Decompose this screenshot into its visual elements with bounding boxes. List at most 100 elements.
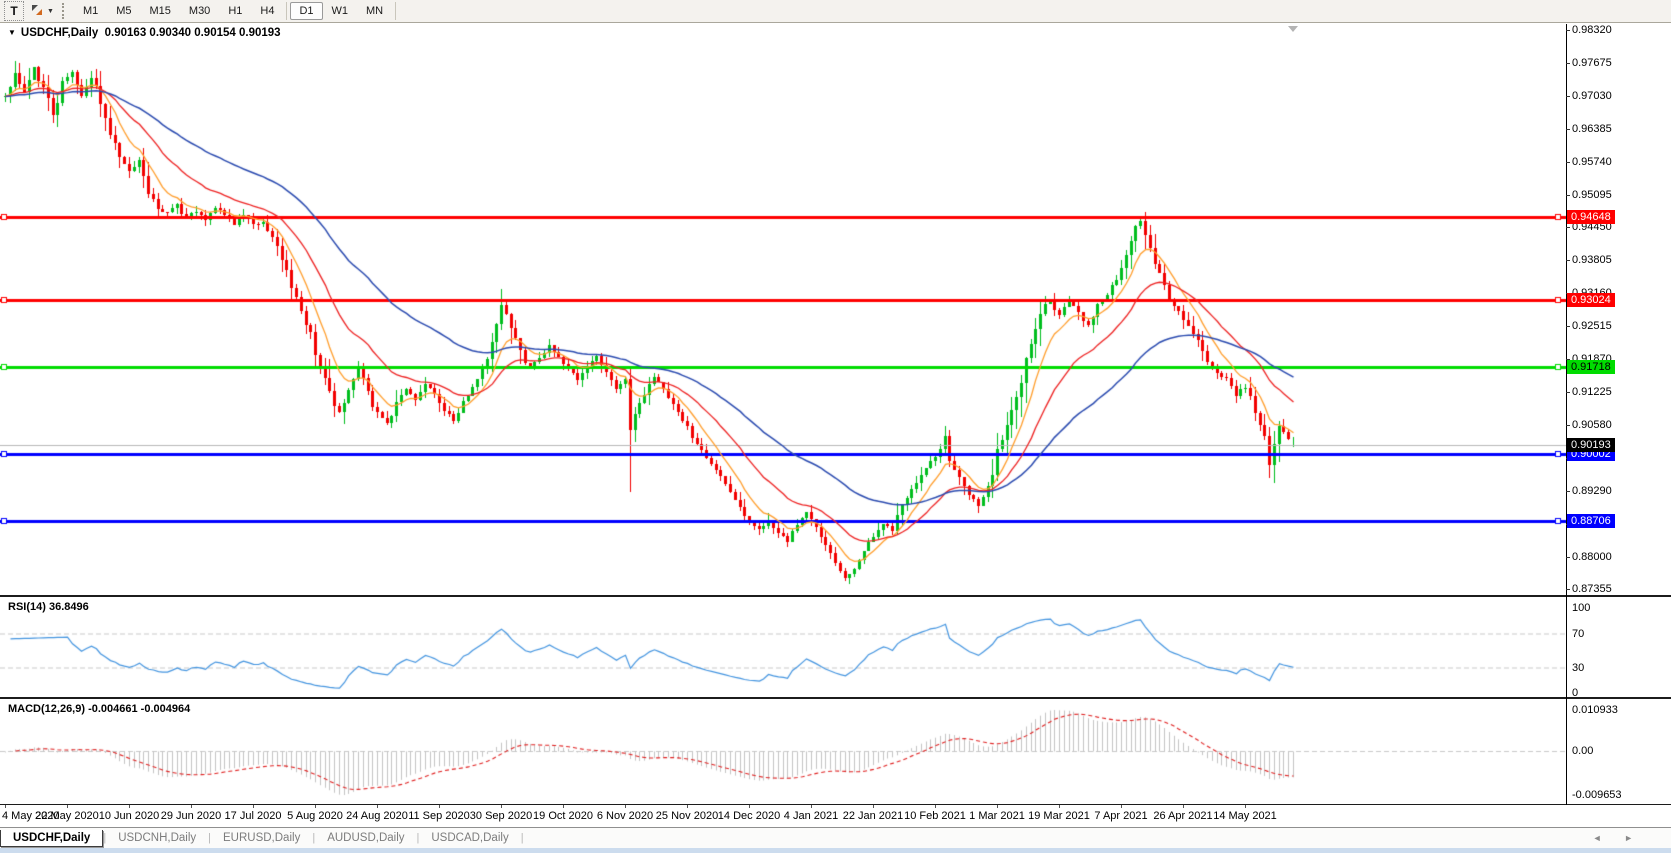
date-tick-label: 26 Apr 2021 xyxy=(1153,810,1212,822)
date-tick-mark xyxy=(563,805,564,808)
timeframe-button-m15[interactable]: M15 xyxy=(141,2,180,20)
arrow-styles-tool-button[interactable]: ▼ xyxy=(30,2,54,20)
date-tick-mark xyxy=(191,805,192,808)
date-tick-label: 25 Nov 2020 xyxy=(656,810,718,822)
price-tick-label: 0.93805 xyxy=(1572,254,1612,266)
chart-tab-usdcad[interactable]: USDCAD,Daily xyxy=(419,830,520,846)
timeframe-button-w1[interactable]: W1 xyxy=(323,2,358,20)
price-tick-mark xyxy=(1566,589,1570,590)
tab-scroll-right-icon[interactable]: ► xyxy=(1624,833,1643,843)
toolbar-separator xyxy=(286,2,287,20)
price-tick-label: 0.96385 xyxy=(1572,123,1612,135)
price-tick-label: 0.89290 xyxy=(1572,485,1612,497)
price-tick-label: 0.95095 xyxy=(1572,189,1612,201)
chart-tab-bar: USDCHF,Daily|USDCNH,Daily|EURUSD,Daily|A… xyxy=(0,828,1671,848)
date-tick-mark xyxy=(5,805,6,808)
price-tick-mark xyxy=(1566,227,1570,228)
level-price-label: 0.88706 xyxy=(1567,514,1615,528)
level-price-label: 0.94648 xyxy=(1567,210,1615,224)
date-tick-mark xyxy=(935,805,936,808)
timeframe-button-m30[interactable]: M30 xyxy=(180,2,219,20)
tab-scroll-arrows: ◄ ► xyxy=(1593,833,1643,843)
toolbar-grip-handle[interactable] xyxy=(62,3,68,19)
ohlc-open: 0.90163 xyxy=(105,27,147,39)
rsi-axis-label: 0 xyxy=(1572,687,1578,699)
price-tick-mark xyxy=(1566,96,1570,97)
macd-indicator-canvas[interactable] xyxy=(0,699,1566,804)
price-tick-mark xyxy=(1566,491,1570,492)
date-tick-mark xyxy=(439,805,440,808)
terminal-window: T ▼ M1M5M15M30H1H4D1W1MN ▼USDCHF,Daily 0… xyxy=(0,0,1671,853)
timeframe-button-h4[interactable]: H4 xyxy=(251,2,283,20)
rsi-axis-label: 70 xyxy=(1572,628,1584,640)
price-axis-border xyxy=(1566,24,1567,805)
ohlc-low: 0.90154 xyxy=(194,27,236,39)
price-tick-mark xyxy=(1566,129,1570,130)
date-tick-mark xyxy=(811,805,812,808)
price-tick-label: 0.97030 xyxy=(1572,90,1612,102)
date-tick-label: 11 Sep 2020 xyxy=(408,810,470,822)
date-tick-label: 10 Jun 2020 xyxy=(99,810,160,822)
date-tick-label: 30 Sep 2020 xyxy=(470,810,532,822)
timeframe-button-mn[interactable]: MN xyxy=(357,2,392,20)
tab-scroll-left-icon[interactable]: ◄ xyxy=(1593,833,1612,843)
macd-axis-label: 0.010933 xyxy=(1572,704,1618,716)
date-tick-label: 10 Feb 2021 xyxy=(904,810,966,822)
timeframe-button-h1[interactable]: H1 xyxy=(219,2,251,20)
price-tick-label: 0.92515 xyxy=(1572,320,1612,332)
date-tick-label: 19 Oct 2020 xyxy=(533,810,593,822)
macd-label: MACD(12,26,9) -0.004661 -0.004964 xyxy=(8,703,190,715)
tab-divider: | xyxy=(521,832,524,844)
rsi-axis-label: 30 xyxy=(1572,662,1584,674)
current-price-label: 0.90193 xyxy=(1567,438,1615,452)
chart-tab-eurusd[interactable]: EURUSD,Daily xyxy=(211,830,312,846)
price-tick-mark xyxy=(1566,63,1570,64)
timeframe-button-d1[interactable]: D1 xyxy=(290,2,322,20)
chart-tab-usdchf[interactable]: USDCHF,Daily xyxy=(0,830,103,847)
toolbar-separator xyxy=(395,2,396,20)
date-tick-mark xyxy=(1121,805,1122,808)
date-tick-mark xyxy=(625,805,626,808)
price-tick-label: 0.88000 xyxy=(1572,551,1612,563)
date-tick-label: 6 Nov 2020 xyxy=(597,810,653,822)
arrow-styles-icon xyxy=(30,3,44,20)
chart-shift-marker-icon[interactable] xyxy=(1288,26,1298,32)
price-tick-label: 0.97675 xyxy=(1572,57,1612,69)
date-tick-label: 1 Mar 2021 xyxy=(969,810,1025,822)
dropdown-caret-icon[interactable]: ▼ xyxy=(47,8,54,15)
chart-title: ▼USDCHF,Daily 0.90163 0.90340 0.90154 0.… xyxy=(8,27,281,39)
timeframe-button-m1[interactable]: M1 xyxy=(74,2,107,20)
price-tick-mark xyxy=(1566,326,1570,327)
price-tick-mark xyxy=(1566,30,1570,31)
rsi-indicator-canvas[interactable] xyxy=(0,597,1566,697)
date-tick-mark xyxy=(1245,805,1246,808)
date-tick-mark xyxy=(1059,805,1060,808)
price-tick-label: 0.95740 xyxy=(1572,156,1612,168)
chart-tabs: USDCHF,Daily|USDCNH,Daily|EURUSD,Daily|A… xyxy=(0,828,524,848)
macd-axis-label: 0.00 xyxy=(1572,745,1593,757)
price-tick-mark xyxy=(1566,260,1570,261)
macd-dateaxis-divider xyxy=(0,804,1671,805)
date-tick-label: 5 Aug 2020 xyxy=(287,810,343,822)
date-tick-label: 29 Jun 2020 xyxy=(161,810,222,822)
chart-context-arrow-icon[interactable]: ▼ xyxy=(8,28,16,37)
price-chart-canvas[interactable] xyxy=(0,24,1566,595)
timeframe-toolbar: T ▼ M1M5M15M30H1H4 D1W1MN xyxy=(0,0,1671,23)
date-tick-mark xyxy=(129,805,130,808)
chart-tab-usdcnh[interactable]: USDCNH,Daily xyxy=(106,830,208,846)
price-tick-mark xyxy=(1566,162,1570,163)
timeframe-button-m5[interactable]: M5 xyxy=(107,2,140,20)
taskbar-edge-strip xyxy=(0,848,1671,853)
date-tick-label: 24 Aug 2020 xyxy=(346,810,408,822)
date-tick-mark xyxy=(67,805,68,808)
price-tick-label: 0.98320 xyxy=(1572,24,1612,36)
date-tick-label: 22 Jan 2021 xyxy=(843,810,904,822)
rsi-axis-label: 100 xyxy=(1572,602,1590,614)
chart-tab-audusd[interactable]: AUDUSD,Daily xyxy=(315,830,416,846)
date-tick-mark xyxy=(501,805,502,808)
text-tool-button[interactable]: T xyxy=(4,1,24,21)
date-tick-mark xyxy=(1183,805,1184,808)
date-tick-label: 19 Mar 2021 xyxy=(1028,810,1090,822)
date-tick-mark xyxy=(253,805,254,808)
price-tick-mark xyxy=(1566,195,1570,196)
